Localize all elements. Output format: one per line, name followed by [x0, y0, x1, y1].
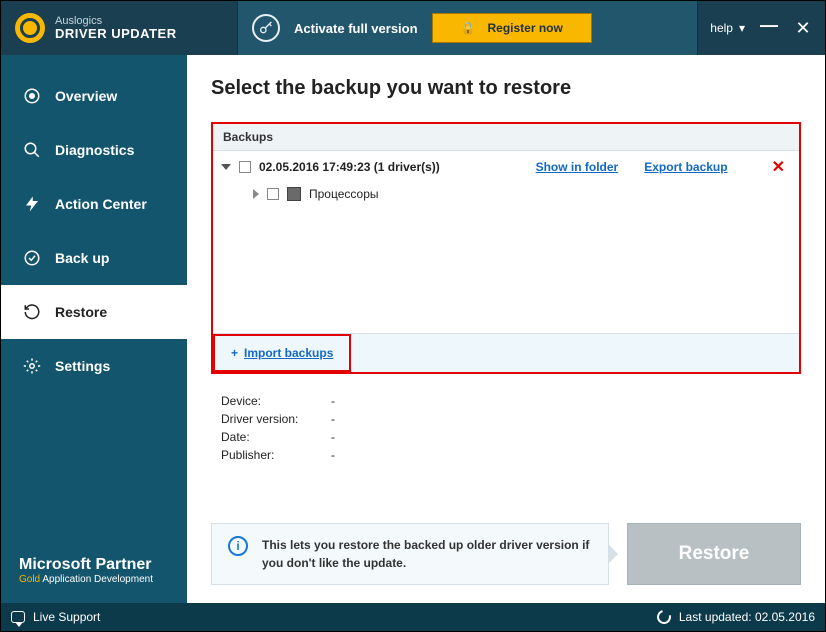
last-updated: Last updated: 02.05.2016 [657, 610, 815, 624]
chat-icon [11, 611, 25, 623]
ms-partner-gold: Gold [19, 574, 40, 585]
child-checkbox[interactable] [267, 188, 279, 200]
help-label: help [710, 21, 733, 35]
backup-checkbox[interactable] [239, 161, 251, 173]
last-updated-label: Last updated: [679, 610, 755, 624]
restore-button[interactable]: Restore [627, 523, 801, 585]
product-name: DRIVER UPDATER [55, 27, 177, 41]
search-icon [23, 141, 41, 159]
register-button[interactable]: 🔒 Register now [432, 13, 592, 43]
show-in-folder-link[interactable]: Show in folder [536, 160, 619, 174]
chevron-down-icon: ▾ [739, 21, 745, 35]
sidebar-item-label: Diagnostics [55, 142, 134, 158]
detail-version-key: Driver version: [221, 412, 331, 426]
import-backups-button[interactable]: + Import backups [213, 334, 351, 372]
refresh-icon [654, 607, 673, 626]
detail-publisher-val: - [331, 448, 335, 462]
import-backups-label: Import backups [244, 346, 333, 360]
help-menu[interactable]: help ▾ [710, 21, 745, 35]
ms-partner-badge: Microsoft Partner Gold Application Devel… [1, 540, 187, 603]
sidebar-item-settings[interactable]: Settings [1, 339, 187, 393]
titlebar: Auslogics DRIVER UPDATER Activate full v… [1, 1, 825, 55]
sidebar-item-label: Restore [55, 304, 107, 320]
lock-icon: 🔒 [461, 21, 476, 35]
backup-row[interactable]: 02.05.2016 17:49:23 (1 driver(s)) Show i… [213, 151, 799, 183]
app-logo-icon [15, 13, 45, 43]
minimize-button[interactable]: — [759, 15, 779, 36]
close-button[interactable]: ✕ [793, 18, 813, 39]
detail-device-key: Device: [221, 394, 331, 408]
detail-date-key: Date: [221, 430, 331, 444]
sidebar-item-restore[interactable]: Restore [1, 285, 187, 339]
sidebar-item-backup[interactable]: Back up [1, 231, 187, 285]
live-support-link[interactable]: Live Support [11, 610, 100, 624]
info-text: This lets you restore the backed up olde… [262, 536, 592, 572]
sidebar-item-label: Settings [55, 358, 110, 374]
sidebar-item-label: Action Center [55, 196, 147, 212]
detail-date-val: - [331, 430, 335, 444]
backup-child-row[interactable]: Процессоры [213, 183, 799, 205]
activate-label[interactable]: Activate full version [294, 21, 418, 36]
live-support-label: Live Support [33, 610, 100, 624]
ms-partner-title: Microsoft Partner [19, 556, 177, 574]
info-icon: i [228, 536, 248, 556]
backup-list: 02.05.2016 17:49:23 (1 driver(s)) Show i… [213, 151, 799, 333]
detail-publisher-key: Publisher: [221, 448, 331, 462]
detail-version-val: - [331, 412, 335, 426]
page-title: Select the backup you want to restore [211, 77, 801, 100]
activation-zone: Activate full version 🔒 Register now [237, 1, 698, 55]
clock-check-icon [23, 249, 41, 267]
cpu-icon [287, 187, 301, 201]
main-panel: Select the backup you want to restore Ba… [187, 55, 825, 603]
sidebar-item-label: Overview [55, 88, 117, 104]
target-icon [23, 87, 41, 105]
backups-header: Backups [213, 124, 799, 151]
register-label: Register now [488, 21, 563, 35]
plus-icon: + [231, 346, 238, 360]
sidebar-item-overview[interactable]: Overview [1, 69, 187, 123]
delete-backup-icon[interactable]: ✕ [772, 157, 785, 177]
gear-icon [23, 357, 41, 375]
backups-box: Backups 02.05.2016 17:49:23 (1 driver(s)… [211, 122, 801, 374]
backup-label: 02.05.2016 17:49:23 (1 driver(s)) [259, 160, 440, 174]
window-controls: help ▾ — ✕ [698, 1, 825, 55]
backup-child-label: Процессоры [309, 187, 379, 201]
sidebar-item-label: Back up [55, 250, 109, 266]
ms-partner-rest: Application Development [40, 574, 153, 585]
app-logo-block: Auslogics DRIVER UPDATER [1, 1, 237, 55]
last-updated-value: 02.05.2016 [755, 610, 815, 624]
detail-device-val: - [331, 394, 335, 408]
statusbar: Live Support Last updated: 02.05.2016 [1, 603, 825, 631]
restore-icon [23, 303, 41, 321]
info-box: i This lets you restore the backed up ol… [211, 523, 609, 585]
key-icon [252, 14, 280, 42]
sidebar-item-diagnostics[interactable]: Diagnostics [1, 123, 187, 177]
driver-details: Device:- Driver version:- Date:- Publish… [211, 392, 801, 464]
export-backup-link[interactable]: Export backup [644, 160, 727, 174]
sidebar-item-action-center[interactable]: Action Center [1, 177, 187, 231]
expand-toggle-icon[interactable] [221, 164, 231, 170]
sidebar: Overview Diagnostics Action Center Back … [1, 55, 187, 603]
expand-child-icon[interactable] [253, 189, 259, 199]
bolt-icon [23, 195, 41, 213]
